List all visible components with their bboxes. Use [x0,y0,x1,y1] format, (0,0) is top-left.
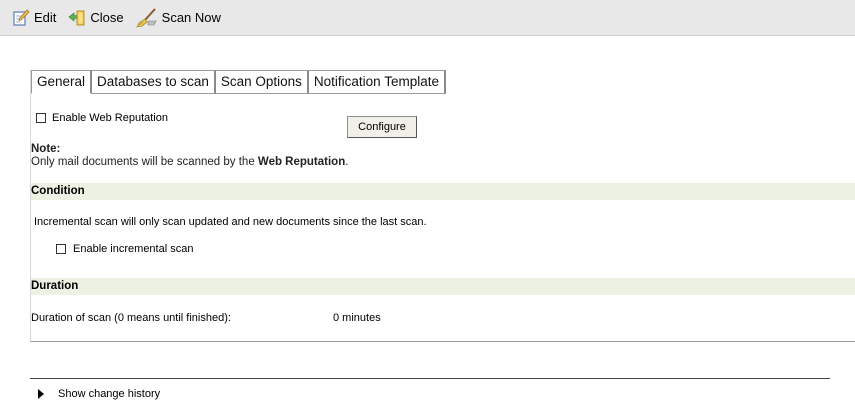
show-change-history-toggle[interactable]: Show change history [38,388,160,400]
note-text: Only mail documents will be scanned by t… [31,156,348,168]
tab-notification-template[interactable]: Notification Template [308,70,446,94]
enable-web-reputation-label: Enable Web Reputation [52,112,168,124]
tab-general[interactable]: General [31,70,93,94]
condition-description: Incremental scan will only scan updated … [34,216,427,228]
web-reputation-row: Enable Web Reputation [36,112,168,124]
scan-now-button[interactable]: Scan Now [135,7,221,28]
note-text-prefix: Only mail documents will be scanned by t… [31,156,258,168]
configure-button[interactable]: Configure [347,116,417,138]
note-text-bold: Web Reputation [257,156,346,168]
toolbar: Edit Close Scan Now [0,0,855,36]
condition-section-header: Condition [31,183,855,200]
note-text-suffix: . [345,156,349,168]
note-title: Note: [31,143,61,155]
close-doc-icon [68,9,86,27]
tab-scan-options[interactable]: Scan Options [215,70,309,94]
settings-panel: General Databases to scan Scan Options N… [30,70,855,342]
show-change-history-label: Show change history [58,388,161,400]
edit-icon [12,8,30,27]
scan-now-label: Scan Now [161,10,221,25]
expand-triangle-icon [38,389,44,399]
duration-section-header: Duration [31,278,855,295]
duration-label: Duration of scan (0 means until finished… [31,312,231,324]
enable-web-reputation-checkbox[interactable] [36,113,46,123]
duration-value: 0 minutes [333,312,381,324]
history-divider [30,378,830,379]
broom-icon [135,7,158,28]
tab-strip: General Databases to scan Scan Options N… [31,70,446,94]
close-button[interactable]: Close [68,9,124,27]
edit-button[interactable]: Edit [12,8,57,27]
edit-label: Edit [34,10,57,25]
incremental-scan-row: Enable incremental scan [56,243,193,255]
enable-incremental-scan-checkbox[interactable] [56,244,66,254]
close-label: Close [90,10,124,25]
enable-incremental-scan-label: Enable incremental scan [73,243,194,255]
tab-databases-to-scan[interactable]: Databases to scan [92,70,216,94]
